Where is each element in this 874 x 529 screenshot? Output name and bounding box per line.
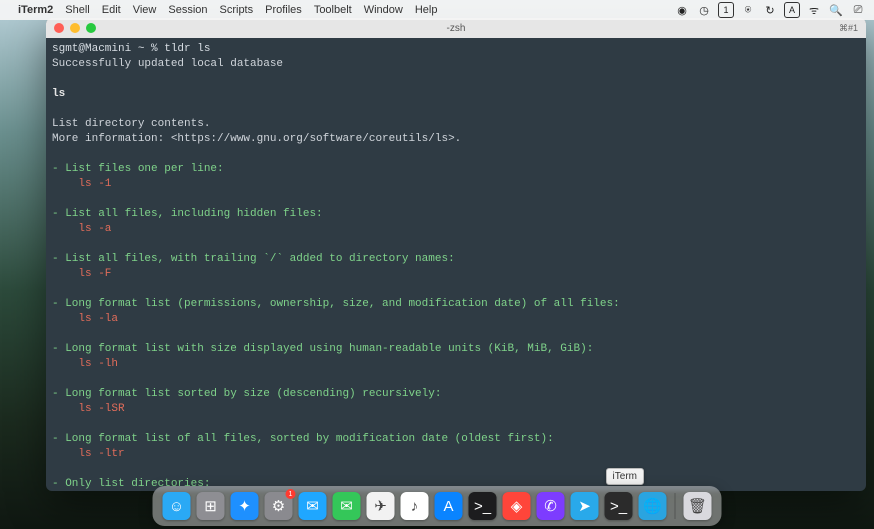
example-desc: List all files, with trailing `/` added … [65, 253, 454, 265]
example-cmd: ls -lh [78, 358, 118, 370]
bullet: - [52, 298, 65, 310]
bullet: - [52, 433, 65, 445]
one-icon[interactable]: 1 [718, 2, 734, 18]
example-desc: List all files, including hidden files: [65, 208, 322, 220]
clock-icon[interactable]: ◷ [696, 2, 712, 18]
launchpad-icon[interactable]: ⊞ [197, 492, 225, 520]
tldr-desc: List directory contents. [52, 117, 860, 132]
iterm-icon[interactable]: >_ [605, 492, 633, 520]
zoom-icon[interactable] [86, 23, 96, 33]
sync-icon[interactable]: ↻ [762, 2, 778, 18]
bullet: - [52, 478, 65, 490]
example-cmd: ls -a [78, 223, 111, 235]
iterm-window: -zsh ⌘#1 sgmt@Macmini ~ % tldr ls Succes… [46, 18, 866, 491]
trash-icon[interactable]: 🗑 [684, 492, 712, 520]
control-center-icon[interactable]: ⎚ [850, 2, 866, 18]
window-title: -zsh [46, 23, 866, 34]
tldr-moreinfo: More information: <https://www.gnu.org/s… [52, 132, 860, 147]
typed-command: tldr ls [164, 43, 210, 55]
menu-view[interactable]: View [133, 4, 157, 16]
window-titlebar[interactable]: -zsh ⌘#1 [46, 18, 866, 38]
appstore-icon[interactable]: A [435, 492, 463, 520]
tldr-heading: ls [52, 87, 860, 102]
menu-help[interactable]: Help [415, 4, 438, 16]
messages-icon[interactable]: ✉ [333, 492, 361, 520]
example-desc: Long format list of all files, sorted by… [65, 433, 553, 445]
search-icon[interactable]: 🔍 [828, 2, 844, 18]
dock: ☺⊞✦⚙1✉✉✈♪A>_◈✆➤>_🌐🗑 [153, 486, 722, 526]
a-icon[interactable]: A [784, 2, 800, 18]
example-desc: List files one per line: [65, 163, 223, 175]
menu-profiles[interactable]: Profiles [265, 4, 302, 16]
example-cmd: ls -F [78, 268, 111, 280]
menu-edit[interactable]: Edit [102, 4, 121, 16]
wifi-icon[interactable]: ᯤ [806, 2, 822, 18]
example-desc: Long format list (permissions, ownership… [65, 298, 620, 310]
menu-scripts[interactable]: Scripts [220, 4, 254, 16]
pause-icon[interactable]: ◉ [674, 2, 690, 18]
telegram-icon[interactable]: ➤ [571, 492, 599, 520]
close-icon[interactable] [54, 23, 64, 33]
example-desc: Long format list sorted by size (descend… [65, 388, 441, 400]
menu-toolbelt[interactable]: Toolbelt [314, 4, 352, 16]
bullet: - [52, 343, 65, 355]
example-cmd: ls -lSR [78, 403, 124, 415]
finder-icon[interactable]: ☺ [163, 492, 191, 520]
example-desc: Long format list with size displayed usi… [65, 343, 593, 355]
maps-icon[interactable]: ✈ [367, 492, 395, 520]
menu-window[interactable]: Window [364, 4, 403, 16]
mac-menubar: iTerm2 Shell Edit View Session Scripts P… [0, 0, 874, 20]
settings-icon[interactable]: ⚙1 [265, 492, 293, 520]
safari-icon[interactable]: ✦ [231, 492, 259, 520]
terminal-icon[interactable]: >_ [469, 492, 497, 520]
shortcuts-icon[interactable]: ◈ [503, 492, 531, 520]
example-cmd: ls -ltr [78, 448, 124, 460]
minimize-icon[interactable] [70, 23, 80, 33]
menubar-app-name[interactable]: iTerm2 [18, 4, 53, 16]
dock-tooltip: iTerm [606, 468, 644, 485]
prompt: sgmt@Macmini ~ % [52, 43, 164, 55]
bullet: - [52, 253, 65, 265]
menu-shell[interactable]: Shell [65, 4, 89, 16]
example-cmd: ls -la [78, 313, 118, 325]
globe-icon[interactable]: 🌐 [639, 492, 667, 520]
music-icon[interactable]: ♪ [401, 492, 429, 520]
bullet: - [52, 208, 65, 220]
mail-icon[interactable]: ✉ [299, 492, 327, 520]
badge: 1 [286, 489, 296, 499]
bullet: - [52, 388, 65, 400]
window-shortcut-label: ⌘#1 [839, 23, 858, 34]
menu-session[interactable]: Session [168, 4, 207, 16]
terminal-content[interactable]: sgmt@Macmini ~ % tldr ls Successfully up… [46, 38, 866, 491]
bullet: - [52, 163, 65, 175]
output-line: Successfully updated local database [52, 57, 860, 72]
viber-icon[interactable]: ✆ [537, 492, 565, 520]
example-cmd: ls -1 [78, 178, 111, 190]
user-icon[interactable]: ⍟ [740, 2, 756, 18]
